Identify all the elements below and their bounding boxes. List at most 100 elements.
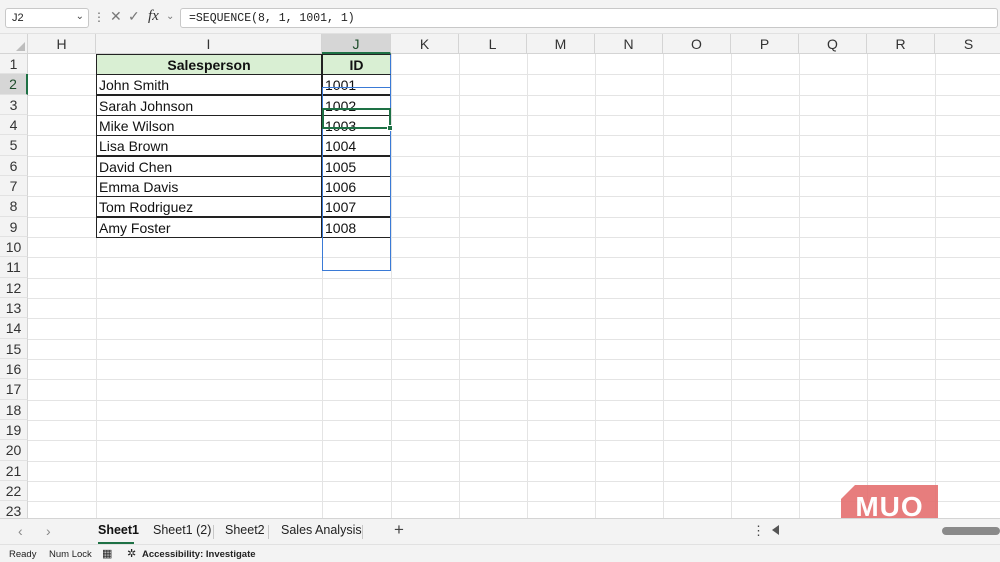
column-header-j[interactable]: J [322,34,391,54]
header-cell-salesperson[interactable]: Salesperson [96,54,322,75]
row-header-6[interactable]: 6 [0,155,28,176]
salesperson-cell[interactable]: John Smith [96,74,322,96]
tab-sales-analysis[interactable]: Sales Analysis [281,523,362,537]
column-gridline [527,54,528,518]
column-header-k[interactable]: K [391,34,459,54]
row-header-2[interactable]: 2 [0,74,28,95]
check-icon[interactable]: ✓ [128,8,140,25]
row-header-4[interactable]: 4 [0,114,28,136]
row-gridline [28,338,1000,340]
column-header-o[interactable]: O [663,34,731,54]
row-gridline [28,379,1000,381]
column-header-q[interactable]: Q [799,34,867,54]
chevron-down-icon[interactable]: ⌄ [76,11,84,22]
row-header-22[interactable]: 22 [0,480,28,502]
row-gridline [28,358,1000,360]
column-header-s[interactable]: S [935,34,1000,54]
status-num-lock: Num Lock [49,549,92,560]
id-cell[interactable]: 1008 [322,216,391,238]
row-gridline [28,419,1000,421]
row-header-15[interactable]: 15 [0,338,28,359]
name-box[interactable]: J2 ⌄ [5,8,89,28]
column-header-n[interactable]: N [595,34,663,54]
row-header-17[interactable]: 17 [0,379,28,400]
row-header-19[interactable]: 19 [0,419,28,441]
add-sheet-icon[interactable]: + [394,520,404,540]
sheet-next-icon[interactable]: › [46,523,51,539]
id-cell[interactable]: 1005 [322,155,391,177]
name-box-value: J2 [12,12,24,24]
muo-watermark-logo: MUO [841,485,938,518]
id-cell[interactable]: 1004 [322,135,391,157]
salesperson-cell[interactable]: David Chen [96,155,322,177]
row-gridline [28,297,1000,299]
column-gridline [391,54,392,518]
row-header-16[interactable]: 16 [0,358,28,380]
horizontal-scroll-thumb[interactable] [942,527,1000,535]
column-gridline [867,54,868,518]
column-gridline [935,54,936,518]
row-header-11[interactable]: 11 [0,257,28,278]
row-header-12[interactable]: 12 [0,277,28,298]
id-cell[interactable]: 1006 [322,175,391,197]
header-cell-id[interactable]: ID [322,54,391,75]
more-tabs-icon[interactable]: ⋮ [752,523,765,539]
row-header-21[interactable]: 21 [0,460,28,481]
id-cell[interactable]: 1002 [322,94,391,116]
column-header-i[interactable]: I [96,34,322,54]
worksheet-grid[interactable]: H I J K L M N O P Q R S 1 2 3 4 5 6 7 8 9 10 11 12 1… [0,34,1000,518]
tab-sheet1-2[interactable]: Sheet1 (2) [153,523,211,537]
column-gridline [459,54,460,518]
salesperson-cell[interactable]: Emma Davis [96,175,322,197]
scroll-left-icon[interactable] [772,525,779,535]
column-header-m[interactable]: M [527,34,595,54]
id-cell[interactable]: 1003 [322,114,391,136]
formula-input[interactable]: =SEQUENCE(8, 1, 1001, 1) [180,8,998,28]
row-header-10[interactable]: 10 [0,236,28,258]
id-cell[interactable]: 1007 [322,196,391,218]
column-gridline [731,54,732,518]
row-gridline [28,440,1000,442]
accessibility-icon[interactable]: ✲ [127,547,136,560]
column-header-r[interactable]: R [867,34,935,54]
select-all-corner[interactable] [0,34,28,54]
salesperson-cell[interactable]: Mike Wilson [96,114,322,136]
formula-bar: J2 ⌄ ⋮ ✕ ✓ fx ⌄ =SEQUENCE(8, 1, 1001, 1) [0,0,1000,34]
page-layout-icon[interactable]: ▦ [102,547,112,560]
tab-sheet2[interactable]: Sheet2 [225,523,265,537]
id-cell[interactable]: 1001 [322,74,391,96]
row-header-23[interactable]: 23 [0,501,28,518]
row-header-5[interactable]: 5 [0,135,28,156]
column-gridline [663,54,664,518]
row-header-18[interactable]: 18 [0,399,28,420]
row-gridline [28,257,1000,259]
spreadsheet-window: J2 ⌄ ⋮ ✕ ✓ fx ⌄ =SEQUENCE(8, 1, 1001, 1)… [0,0,1000,562]
status-accessibility[interactable]: Accessibility: Investigate [142,549,256,560]
column-header-h[interactable]: H [28,34,96,54]
row-header-8[interactable]: 8 [0,196,28,217]
fx-chevron-icon[interactable]: ⌄ [166,11,174,22]
sheet-tab-bar: ‹ › Sheet1 Sheet1 (2) Sheet2 Sales Analy… [0,518,1000,544]
row-header-20[interactable]: 20 [0,440,28,461]
salesperson-cell[interactable]: Amy Foster [96,216,322,238]
salesperson-cell[interactable]: Sarah Johnson [96,94,322,116]
cancel-icon[interactable]: ✕ [110,8,122,25]
row-header-1[interactable]: 1 [0,54,28,75]
row-gridline [28,480,1000,482]
row-header-13[interactable]: 13 [0,297,28,319]
function-icon[interactable]: fx [148,8,159,25]
status-ready: Ready [9,549,37,560]
column-header-p[interactable]: P [731,34,799,54]
row-header-14[interactable]: 14 [0,318,28,339]
row-header-7[interactable]: 7 [0,175,28,197]
salesperson-cell[interactable]: Tom Rodriguez [96,196,322,218]
row-header-9[interactable]: 9 [0,216,28,237]
column-gridline [799,54,800,518]
row-gridline [28,460,1000,462]
more-options-icon[interactable]: ⋮ [93,10,105,24]
row-header-3[interactable]: 3 [0,94,28,115]
tab-sheet1[interactable]: Sheet1 [98,523,139,537]
sheet-prev-icon[interactable]: ‹ [18,523,23,539]
column-header-l[interactable]: L [459,34,527,54]
salesperson-cell[interactable]: Lisa Brown [96,135,322,157]
